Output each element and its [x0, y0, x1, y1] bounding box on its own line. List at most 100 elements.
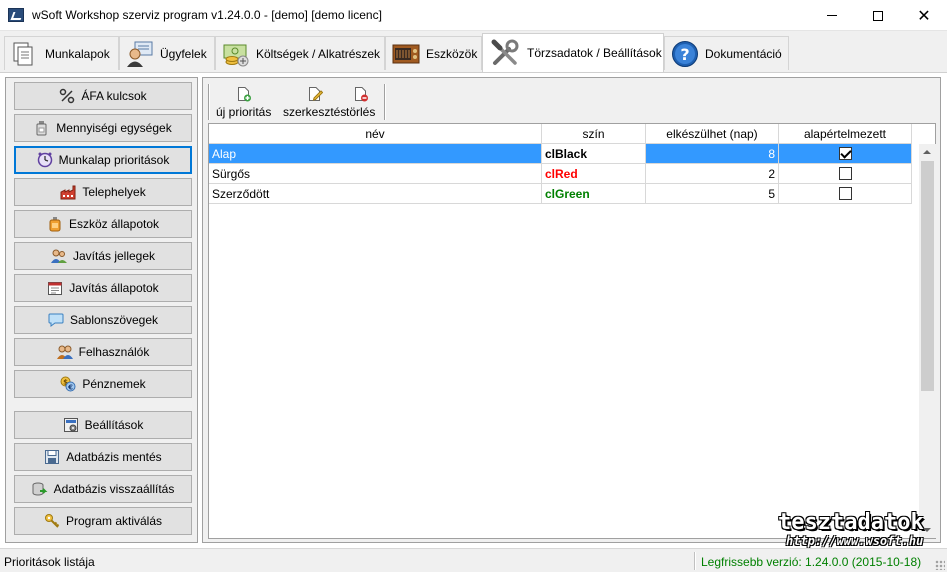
sidebar-item-label: Munkalap prioritások: [58, 153, 170, 167]
settings-icon: [63, 417, 79, 433]
cell-name: Szerződött: [209, 184, 542, 204]
sidebar-item-munkalap-prioritasok[interactable]: Munkalap prioritások: [14, 146, 192, 174]
sidebar-item-sablonszovegek[interactable]: Sablonszövegek: [14, 306, 192, 334]
sidebar-item-penznemek[interactable]: $ € Pénznemek: [14, 370, 192, 398]
edit-button[interactable]: szerkesztés: [283, 82, 346, 122]
cell-default: [779, 144, 912, 164]
vertical-scrollbar[interactable]: [919, 144, 936, 538]
sidebar-item-mennyisegi-egysegek[interactable]: Mennyiségi egységek: [14, 114, 192, 142]
scroll-up-icon[interactable]: [923, 150, 931, 154]
tab-munkalapok[interactable]: Munkalapok: [4, 36, 119, 70]
default-checkbox[interactable]: [838, 187, 852, 200]
sidebar-item-adatbazis-visszaallitas[interactable]: Adatbázis visszaállítás: [14, 475, 192, 503]
canister-icon: [47, 216, 63, 232]
priorities-grid[interactable]: név szín elkészülhet (nap) alapértelmeze…: [208, 123, 936, 539]
money-icon: [222, 40, 250, 68]
cell-name: Alap: [209, 144, 542, 164]
scrollbar-thumb[interactable]: [921, 161, 934, 391]
tab-label: Dokumentáció: [705, 46, 782, 61]
factory-icon: [60, 184, 76, 200]
table-row[interactable]: Sürgős clRed 2: [209, 164, 912, 184]
watermark-brand: tesztadatok: [778, 510, 924, 535]
customer-icon: [126, 40, 154, 68]
cell-days: 8: [646, 144, 779, 164]
grid-header: név szín elkészülhet (nap) alapértelmeze…: [209, 124, 912, 144]
maximize-icon: [873, 10, 883, 21]
column-header-color[interactable]: szín: [542, 124, 646, 144]
sidebar-item-label: Adatbázis mentés: [66, 450, 162, 464]
database-save-icon: [44, 449, 60, 465]
edit-label: szerkesztés: [283, 105, 347, 119]
sidebar-item-label: Pénznemek: [82, 377, 146, 391]
default-checkbox[interactable]: [838, 167, 852, 180]
content-panel: új prioritás szerkesztés törlés név szín…: [202, 77, 941, 543]
column-header-days[interactable]: elkészülhet (nap): [646, 124, 779, 144]
sidebar-item-javitas-jellegek[interactable]: Javítás jellegek: [14, 242, 192, 270]
currency-icon: $ €: [60, 376, 76, 392]
sidebar-item-label: Javítás jellegek: [72, 249, 156, 263]
edit-document-icon: [307, 86, 323, 102]
sidebar-item-telephelyek[interactable]: Telephelyek: [14, 178, 192, 206]
documents-icon: [11, 40, 39, 68]
key-icon: [44, 513, 60, 529]
tab-label: Törzsadatok / Beállítások: [527, 46, 662, 60]
svg-text:€: €: [67, 384, 73, 392]
status-bar: Prioritások listája Legfrissebb verzió: …: [0, 548, 947, 572]
help-icon: ?: [671, 40, 699, 68]
table-row[interactable]: Alap clBlack 8: [209, 144, 912, 164]
sidebar-item-javitas-allapotok[interactable]: Javítás állapotok: [14, 274, 192, 302]
cell-days: 5: [646, 184, 779, 204]
speech-bubble-icon: [48, 312, 64, 328]
sidebar-item-label: Adatbázis visszaállítás: [53, 482, 175, 496]
clock-icon: [37, 152, 53, 168]
delete-document-icon: [353, 86, 369, 102]
sidebar-item-label: Felhasználók: [78, 345, 150, 359]
device-icon: [392, 40, 420, 68]
column-header-default[interactable]: alapértelmezett: [779, 124, 912, 144]
title-bar: wSoft Workshop szerviz program v1.24.0.0…: [0, 0, 947, 31]
close-button[interactable]: ✕: [901, 0, 947, 31]
maximize-button[interactable]: [855, 0, 901, 31]
default-checkbox[interactable]: [838, 147, 852, 160]
tab-label: Ügyfelek: [160, 46, 207, 61]
toolbar: új prioritás szerkesztés törlés: [208, 82, 388, 122]
people-icon: [50, 248, 67, 264]
tab-label: Munkalapok: [45, 46, 110, 61]
sidebar-item-eszkoz-allapotok[interactable]: Eszköz állapotok: [14, 210, 192, 238]
calendar-icon: [47, 280, 63, 296]
tab-eszkozok[interactable]: Eszközök: [385, 36, 482, 70]
app-icon[interactable]: [8, 8, 24, 22]
sidebar-panel: ÁFA kulcsok Mennyiségi egységek Munkalap…: [5, 77, 198, 543]
close-icon: ✕: [917, 7, 931, 25]
sidebar-item-adatbazis-mentes[interactable]: Adatbázis mentés: [14, 443, 192, 471]
sidebar-item-afa-kulcsok[interactable]: ÁFA kulcsok: [14, 82, 192, 110]
delete-button[interactable]: törlés: [346, 82, 375, 122]
tab-torzsadatok[interactable]: Törzsadatok / Beállítások: [482, 33, 664, 72]
new-priority-label: új prioritás: [216, 105, 272, 119]
tab-ugyfelek[interactable]: Ügyfelek: [119, 36, 215, 70]
database-restore-icon: [32, 481, 48, 497]
cell-default: [779, 184, 912, 204]
cell-color: clRed: [542, 164, 646, 184]
tab-dokumentacio[interactable]: ? Dokumentáció: [664, 36, 789, 70]
new-priority-button[interactable]: új prioritás: [216, 82, 271, 122]
sidebar-item-felhasznalok[interactable]: Felhasználók: [14, 338, 192, 366]
delete-label: törlés: [346, 105, 376, 119]
sidebar-item-beallitasok[interactable]: Beállítások: [14, 411, 192, 439]
tab-koltsegek[interactable]: Költségek / Alkatrészek: [215, 36, 385, 70]
sidebar-item-label: Mennyiségi egységek: [56, 121, 172, 135]
cell-name: Sürgős: [209, 164, 542, 184]
toolbar-separator: [384, 84, 386, 120]
svg-text:?: ?: [680, 45, 689, 64]
sidebar-item-program-aktivalas[interactable]: Program aktiválás: [14, 507, 192, 535]
cell-color: clBlack: [542, 144, 646, 164]
resize-grip[interactable]: [935, 560, 945, 570]
tab-label: Költségek / Alkatrészek: [256, 46, 381, 61]
watermark-url: http://www.wsoft.hu: [786, 534, 924, 548]
main-tab-strip: Munkalapok Ügyfelek Költségek / Alkatrés…: [0, 31, 947, 72]
table-row[interactable]: Szerződött clGreen 5: [209, 184, 912, 204]
sidebar-item-label: Telephelyek: [82, 185, 146, 199]
column-header-name[interactable]: név: [209, 124, 542, 144]
minimize-button[interactable]: [809, 0, 855, 31]
scroll-down-icon[interactable]: [923, 528, 931, 532]
